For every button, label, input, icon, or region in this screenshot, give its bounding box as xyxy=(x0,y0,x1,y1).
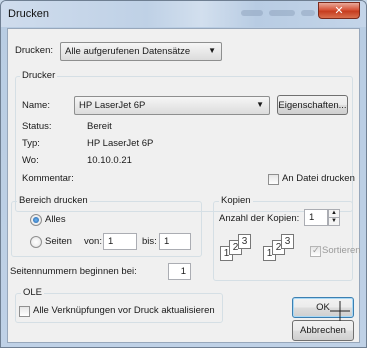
background-blur xyxy=(269,10,295,16)
print-to-file-label: An Datei drucken xyxy=(282,173,355,184)
spinner-down-icon[interactable]: ▼ xyxy=(329,218,339,225)
status-value: Bereit xyxy=(87,121,112,132)
spinner-up-icon[interactable]: ▲ xyxy=(329,210,339,218)
collate-page-icon: 3 xyxy=(281,234,294,249)
print-selection-combo[interactable]: Alle aufgerufenen Datensätze ▼ xyxy=(60,42,222,61)
printer-name-value: HP LaserJet 6P xyxy=(79,100,146,111)
printer-name-combo[interactable]: HP LaserJet 6P ▼ xyxy=(74,96,270,115)
window-title: Drucken xyxy=(8,8,49,20)
copies-spinner[interactable]: ▲ ▼ xyxy=(328,209,340,226)
update-links-label: Alle Verknüpfungen vor Druck aktualisier… xyxy=(33,305,215,316)
dropdown-arrow-icon: ▼ xyxy=(208,46,216,55)
range-from-label: von: xyxy=(84,236,102,247)
title-bar[interactable]: Drucken ✕ xyxy=(1,1,366,27)
background-blur xyxy=(241,10,263,16)
update-links-checkbox[interactable] xyxy=(19,306,30,317)
close-icon: ✕ xyxy=(334,5,344,17)
ole-group-title: OLE xyxy=(21,287,45,298)
print-to-file-checkbox[interactable] xyxy=(268,174,279,185)
copies-count-label: Anzahl der Kopien: xyxy=(219,213,300,224)
dialog-body: Drucken: Alle aufgerufenen Datensätze ▼ … xyxy=(7,28,361,343)
range-pages-label: Seiten xyxy=(45,236,72,247)
cancel-button-label: Abbrechen xyxy=(300,325,346,336)
range-from-value: 1 xyxy=(108,236,114,247)
range-to-input[interactable]: 1 xyxy=(159,233,191,250)
copies-count-value: 1 xyxy=(309,212,315,223)
status-label: Status: xyxy=(22,121,52,132)
properties-button[interactable]: Eigenschaften... xyxy=(277,95,348,115)
collate-label: Sortieren xyxy=(322,245,361,256)
type-label: Typ: xyxy=(22,138,40,149)
print-range-group-title: Bereich drucken xyxy=(17,195,90,206)
page-numbering-value: 1 xyxy=(180,266,186,277)
close-button[interactable]: ✕ xyxy=(318,2,360,19)
properties-button-label: Eigenschaften... xyxy=(278,99,347,111)
print-selection-value: Alle aufgerufenen Datensätze xyxy=(65,46,191,57)
copies-count-input[interactable]: 1 xyxy=(304,209,328,226)
range-all-label: Alles xyxy=(45,214,66,225)
check-icon: ✓ xyxy=(312,245,320,255)
range-from-input[interactable]: 1 xyxy=(103,233,137,250)
collate-page-icon: 3 xyxy=(238,234,251,249)
ok-button-label: OK xyxy=(316,302,330,313)
print-selection-label: Drucken: xyxy=(15,45,54,56)
background-blur xyxy=(301,10,315,16)
collate-illustration-2: 1 2 3 xyxy=(263,234,303,262)
range-pages-radio[interactable] xyxy=(30,236,42,248)
range-to-label: bis: xyxy=(142,236,157,247)
printer-group-title: Drucker xyxy=(20,70,58,81)
cursor-icon xyxy=(330,301,350,321)
where-label: Wo: xyxy=(22,155,39,166)
printer-name-label: Name: xyxy=(22,100,50,111)
collate-illustration-1: 1 2 3 xyxy=(220,234,260,262)
copies-group-title: Kopien xyxy=(219,195,253,206)
cancel-button[interactable]: Abbrechen xyxy=(292,320,354,341)
print-dialog: Drucken ✕ Drucken: Alle aufgerufenen Dat… xyxy=(0,0,367,348)
type-value: HP LaserJet 6P xyxy=(87,138,154,149)
collate-checkbox[interactable]: ✓ xyxy=(310,245,321,257)
range-all-radio[interactable] xyxy=(30,214,42,226)
range-to-value: 1 xyxy=(164,236,170,247)
page-numbering-input[interactable]: 1 xyxy=(168,263,191,280)
comment-label: Kommentar: xyxy=(22,173,74,184)
dropdown-arrow-icon: ▼ xyxy=(256,100,264,109)
where-value: 10.10.0.21 xyxy=(87,155,132,166)
page-numbering-label: Seitennummern beginnen bei: xyxy=(10,266,137,277)
